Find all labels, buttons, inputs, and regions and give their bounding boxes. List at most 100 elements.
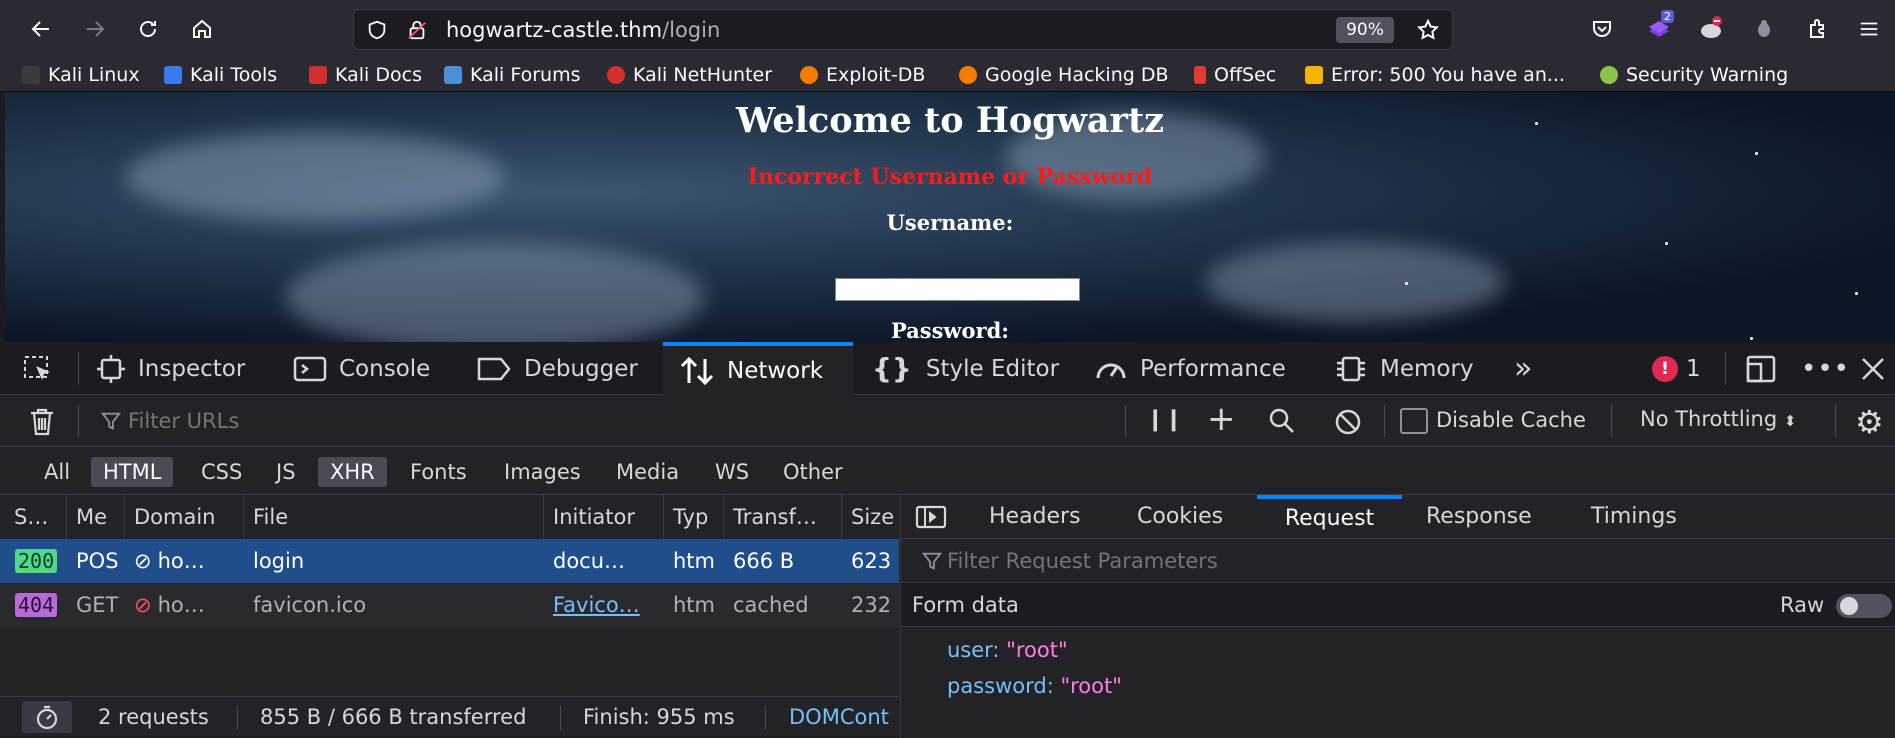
- filter-params-input[interactable]: [947, 547, 1647, 575]
- extensions-puzzle-icon[interactable]: [1799, 10, 1837, 48]
- filter-html[interactable]: HTML: [91, 457, 174, 487]
- bookmark-label: Kali Docs: [335, 64, 422, 86]
- plus-icon[interactable]: +: [1207, 399, 1236, 439]
- initiator-cell: docu…: [553, 549, 626, 573]
- bookmark-kali-tools[interactable]: Kali Tools: [164, 62, 277, 88]
- tab-performance[interactable]: Performance: [1094, 342, 1286, 395]
- table-row[interactable]: 200 POS ⊘ ho… login docu… htm 666 B 623: [0, 539, 899, 583]
- initiator-link[interactable]: Favico…: [544, 583, 664, 627]
- bookmark-offsec[interactable]: OffSec: [1194, 62, 1276, 88]
- address-bar[interactable]: hogwartz-castle.thm/login 90%: [353, 9, 1453, 50]
- filter-css[interactable]: CSS: [189, 457, 254, 487]
- param-key: password:: [947, 674, 1054, 698]
- back-arrow-icon[interactable]: [22, 10, 60, 48]
- filter-fonts[interactable]: Fonts: [398, 457, 479, 487]
- tab-console[interactable]: Console: [293, 342, 430, 395]
- home-icon[interactable]: [183, 10, 221, 48]
- size-cell: 232: [851, 593, 892, 617]
- block-icon[interactable]: [1334, 408, 1362, 440]
- tab-label: Style Editor: [925, 355, 1060, 382]
- search-icon[interactable]: [1268, 407, 1296, 439]
- tab-label: Performance: [1140, 355, 1286, 382]
- disable-cache-checkbox[interactable]: [1400, 408, 1428, 434]
- settings-gear-icon[interactable]: ⚙: [1855, 403, 1884, 441]
- file-cell: login: [253, 549, 305, 573]
- finish-time: Finish: 955 ms: [583, 705, 735, 729]
- pause-icon[interactable]: ❙❙: [1146, 407, 1183, 432]
- column-transferred[interactable]: Transf…: [724, 495, 842, 539]
- forward-arrow-icon[interactable]: [76, 10, 114, 48]
- param-filter-bar: [901, 539, 1895, 583]
- table-row[interactable]: 404 GET ⊘ ho… favicon.ico Favico… htm cac…: [0, 583, 899, 627]
- shield-icon[interactable]: [366, 19, 388, 45]
- filter-other[interactable]: Other: [771, 457, 855, 487]
- bug-extension-icon[interactable]: [1745, 10, 1783, 48]
- browser-toolbar: hogwartz-castle.thm/login 90% 2: [0, 0, 1895, 58]
- column-domain[interactable]: Domain: [125, 495, 244, 539]
- responsive-design-icon[interactable]: [1745, 342, 1789, 395]
- raw-toggle[interactable]: [1836, 594, 1892, 618]
- bookmark-security-warning[interactable]: Security Warning: [1600, 62, 1788, 88]
- bookmark-label: OffSec: [1214, 64, 1277, 86]
- tab-timings[interactable]: Timings: [1591, 495, 1677, 539]
- close-icon[interactable]: [1860, 342, 1895, 395]
- bookmark-exploit-db[interactable]: Exploit-DB: [800, 62, 925, 88]
- performance-gauge-icon: [1096, 363, 1126, 378]
- column-method[interactable]: Me: [67, 495, 125, 539]
- zoom-indicator[interactable]: 90%: [1336, 17, 1394, 43]
- filter-all[interactable]: All: [32, 457, 82, 487]
- column-size[interactable]: Size: [842, 495, 899, 539]
- more-options-icon[interactable]: •••: [1801, 342, 1850, 395]
- filter-js[interactable]: JS: [264, 457, 308, 487]
- bookmark-kali-nethunter[interactable]: Kali NetHunter: [607, 62, 772, 88]
- column-status[interactable]: S…: [5, 495, 67, 539]
- reload-icon[interactable]: [129, 10, 167, 48]
- extension-blocker-icon[interactable]: [1692, 10, 1730, 48]
- bookmark-label: Error: 500 You have an...: [1331, 64, 1565, 86]
- bookmark-kali-docs[interactable]: Kali Docs: [309, 62, 422, 88]
- trash-icon[interactable]: [28, 407, 56, 441]
- error-count-indicator[interactable]: ! 1: [1652, 342, 1701, 395]
- filter-media[interactable]: Media: [604, 457, 691, 487]
- column-file[interactable]: File: [244, 495, 544, 539]
- column-type[interactable]: Typ: [664, 495, 724, 539]
- bookmark-kali-linux[interactable]: Kali Linux: [22, 62, 140, 88]
- hamburger-menu-icon[interactable]: [1850, 10, 1888, 48]
- username-input[interactable]: [835, 278, 1080, 301]
- tab-style-editor[interactable]: {} Style Editor: [872, 342, 1059, 395]
- network-arrows-icon: [680, 356, 714, 385]
- bookmark-google-hacking-db[interactable]: Google Hacking DB: [959, 62, 1169, 88]
- bookmark-kali-forums[interactable]: Kali Forums: [444, 62, 581, 88]
- star-bookmark-icon[interactable]: [1416, 18, 1440, 46]
- url-text[interactable]: hogwartz-castle.thm/login: [446, 18, 720, 42]
- star-decoration: [1665, 242, 1668, 245]
- tab-request[interactable]: Request: [1257, 495, 1402, 539]
- tab-inspector[interactable]: Inspector: [96, 342, 245, 395]
- filter-ws[interactable]: WS: [703, 457, 761, 487]
- filter-images[interactable]: Images: [492, 457, 593, 487]
- tab-cookies[interactable]: Cookies: [1137, 495, 1223, 539]
- more-tabs-chevron-icon[interactable]: »: [1514, 342, 1532, 395]
- bookmark-label: Security Warning: [1626, 64, 1789, 86]
- braces-icon: {}: [872, 352, 912, 385]
- method-cell: POS: [76, 549, 119, 573]
- inspector-icon: [97, 354, 125, 383]
- throttling-select[interactable]: No Throttling ⬍: [1640, 407, 1796, 431]
- insecure-icon: ⊘: [134, 549, 152, 573]
- tab-response[interactable]: Response: [1426, 495, 1532, 539]
- filter-xhr[interactable]: XHR: [318, 457, 387, 487]
- pocket-icon[interactable]: [1583, 10, 1621, 48]
- stopwatch-icon[interactable]: [22, 701, 72, 733]
- tab-memory[interactable]: Memory: [1334, 342, 1474, 395]
- column-initiator[interactable]: Initiator: [544, 495, 664, 539]
- tab-debugger[interactable]: Debugger: [476, 342, 638, 395]
- tab-network[interactable]: Network: [663, 342, 853, 395]
- bookmark-error-500[interactable]: Error: 500 You have an...: [1305, 62, 1565, 88]
- tab-label: Console: [339, 355, 431, 382]
- tab-headers[interactable]: Headers: [989, 495, 1081, 539]
- extension-purple-icon[interactable]: 2: [1640, 10, 1678, 48]
- element-picker-icon[interactable]: [22, 342, 68, 395]
- toggle-sidebar-icon[interactable]: [915, 505, 947, 533]
- filter-urls-input[interactable]: [128, 406, 1088, 436]
- insecure-lock-icon[interactable]: [406, 18, 428, 46]
